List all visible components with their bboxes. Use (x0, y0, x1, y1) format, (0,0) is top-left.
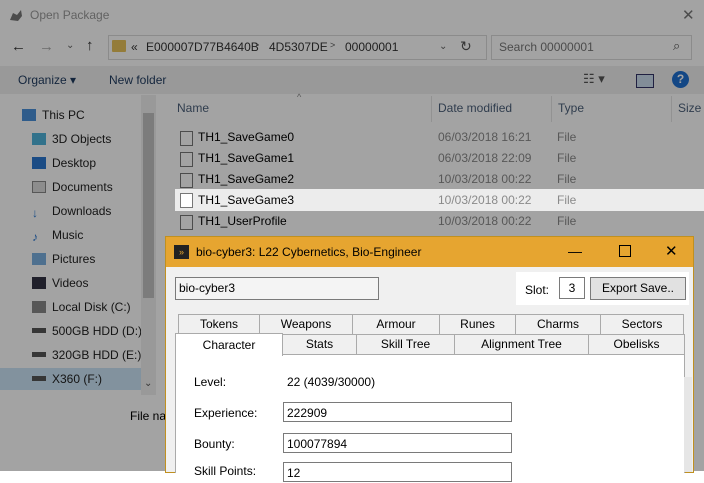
maximize-icon[interactable] (619, 245, 631, 257)
save-editor-window: » bio-cyber3: L22 Cybernetics, Bio-Engin… (165, 236, 694, 482)
slot-input[interactable]: 3 (559, 277, 585, 299)
panel-scrollbar[interactable] (684, 377, 692, 472)
tab-skill-tree[interactable]: Skill Tree (356, 334, 455, 354)
app-title: bio-cyber3: L22 Cybernetics, Bio-Enginee… (196, 245, 422, 259)
tab-alignment-tree[interactable]: Alignment Tree (454, 334, 589, 354)
file-type: File (557, 193, 577, 207)
tab-tokens[interactable]: Tokens (178, 314, 260, 334)
tab-stats[interactable]: Stats (282, 334, 357, 354)
character-name-value[interactable]: bio-cyber3 (179, 281, 235, 295)
skill-points-label: Skill Points: (194, 464, 257, 478)
tab-obelisks[interactable]: Obelisks (588, 334, 685, 354)
character-tab-panel: Level: 22 (4039/30000) Experience: 22290… (175, 354, 685, 482)
experience-field[interactable]: 222909 (283, 402, 512, 422)
skill-points-field[interactable]: 12 (283, 462, 512, 482)
level-label: Level: (194, 375, 227, 389)
tab-charms[interactable]: Charms (515, 314, 601, 334)
level-value: 22 (4039/30000) (287, 375, 376, 389)
file-name: TH1_SaveGame3 (198, 193, 295, 207)
tab-armour[interactable]: Armour (352, 314, 440, 334)
character-name-field[interactable]: bio-cyber3 (175, 277, 379, 300)
app-titlebar: » bio-cyber3: L22 Cybernetics, Bio-Engin… (166, 237, 693, 267)
tab-weapons[interactable]: Weapons (259, 314, 353, 334)
bounty-field[interactable]: 100077894 (283, 433, 512, 453)
slot-export-panel: Slot: 3 Export Save.. (516, 272, 689, 305)
tab-sectors[interactable]: Sectors (600, 314, 684, 334)
file-icon (180, 193, 193, 208)
highlighted-file-row[interactable]: TH1_SaveGame3 10/03/2018 00:22 File (175, 189, 704, 211)
minimize-icon[interactable]: — (568, 243, 582, 259)
export-save-button[interactable]: Export Save.. (590, 277, 686, 300)
tab-runes[interactable]: Runes (439, 314, 516, 334)
experience-label: Experience: (194, 406, 258, 420)
slot-label: Slot: (525, 283, 550, 297)
tab-character[interactable]: Character (175, 333, 283, 356)
close-icon[interactable]: ✕ (665, 242, 678, 260)
file-date: 10/03/2018 00:22 (438, 193, 532, 207)
app-logo-icon: » (174, 245, 189, 259)
bounty-label: Bounty: (194, 437, 235, 451)
